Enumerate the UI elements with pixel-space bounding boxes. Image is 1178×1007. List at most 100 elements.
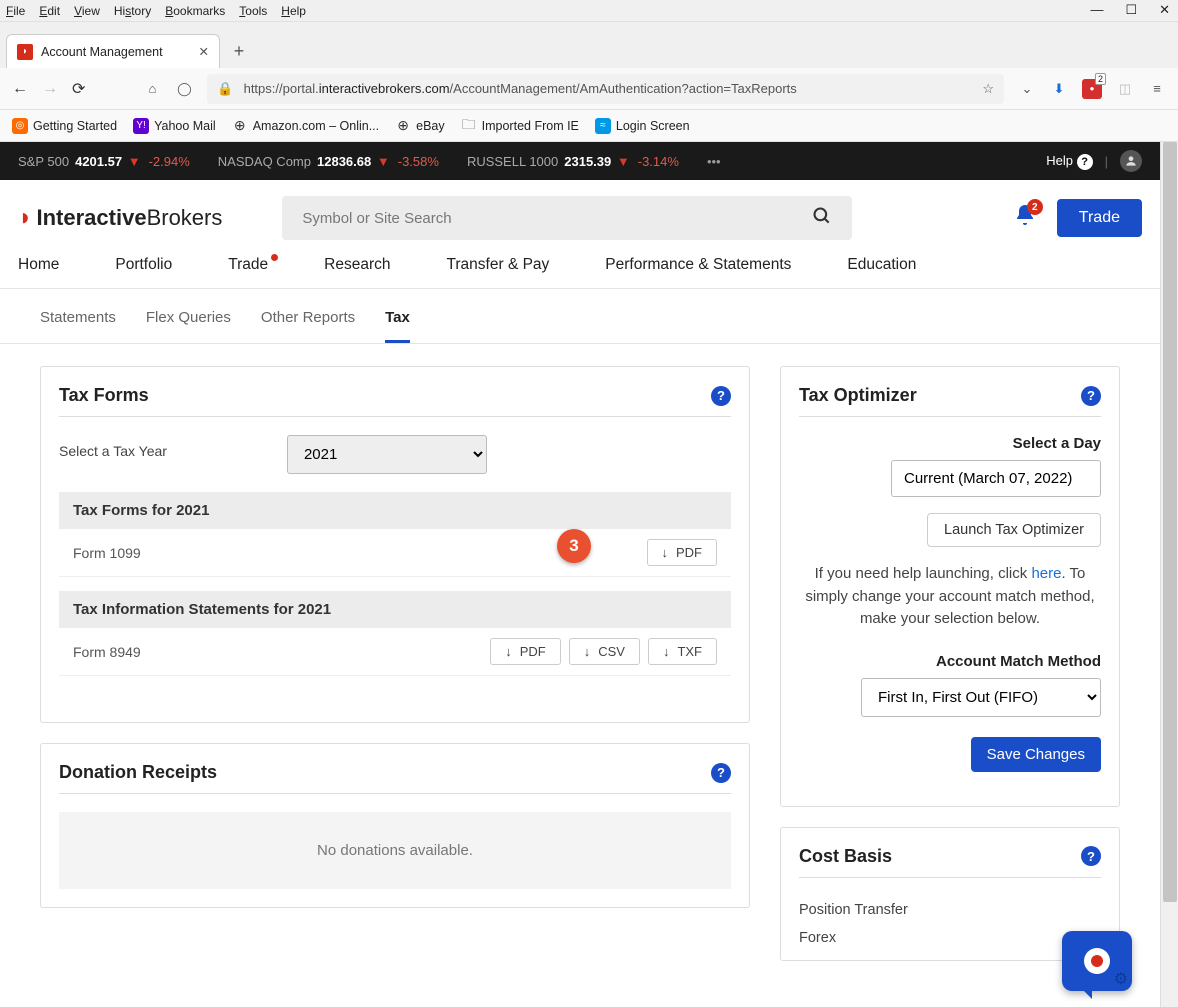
- section-tax-info: Tax Information Statements for 2021: [59, 591, 731, 628]
- optimizer-title: Tax Optimizer: [799, 385, 917, 406]
- tax-optimizer-card: Tax Optimizer ? Select a Day Launch Tax …: [780, 366, 1120, 807]
- menu-edit[interactable]: Edit: [39, 4, 60, 18]
- ticker-russell[interactable]: RUSSELL 10002315.39 ▼-3.14%: [467, 154, 679, 169]
- shield-icon[interactable]: ◯: [175, 81, 193, 97]
- tab-close-icon[interactable]: ✕: [199, 44, 209, 59]
- user-avatar-icon[interactable]: [1120, 150, 1142, 172]
- logo[interactable]: ◗ InteractiveBrokers: [18, 204, 222, 232]
- vertical-scrollbar[interactable]: [1160, 142, 1178, 1007]
- donation-receipts-card: Donation Receipts ? No donations availab…: [40, 743, 750, 908]
- download-icon: ↓: [663, 644, 670, 659]
- pocket-icon[interactable]: ⌄: [1018, 81, 1036, 97]
- new-tab-button[interactable]: +: [224, 36, 254, 66]
- search-icon[interactable]: [812, 206, 832, 231]
- nav-trade[interactable]: Trade: [228, 256, 268, 274]
- download-icon: ↓: [505, 644, 512, 659]
- trade-button[interactable]: Trade: [1057, 199, 1142, 237]
- tax-year-select[interactable]: 2021: [287, 435, 487, 474]
- tab-tax[interactable]: Tax: [385, 309, 410, 343]
- url-input[interactable]: 🔒 https://portal.interactivebrokers.com/…: [207, 74, 1004, 104]
- nav-reload-icon[interactable]: ⟳: [72, 79, 85, 99]
- extension-puzzle-icon[interactable]: ◫: [1116, 81, 1134, 97]
- bookmark-imported[interactable]: 🗀Imported From IE: [461, 118, 579, 134]
- scrollbar-thumb[interactable]: [1163, 142, 1177, 902]
- tax-forms-title: Tax Forms: [59, 385, 149, 406]
- download-icon[interactable]: ⬇: [1050, 81, 1068, 97]
- match-method-select[interactable]: First In, First Out (FIFO): [861, 678, 1101, 717]
- browser-addressbar: ← → ⟳ ⌂ ◯ 🔒 https://portal.interactivebr…: [0, 68, 1178, 110]
- match-label: Account Match Method: [799, 653, 1101, 670]
- bookmark-amazon[interactable]: ⊕Amazon.com – Onlin...: [232, 118, 379, 134]
- tab-favicon: ◗: [17, 44, 33, 60]
- home-icon[interactable]: ⌂: [143, 81, 161, 96]
- sub-tabs: Statements Flex Queries Other Reports Ta…: [0, 289, 1160, 344]
- chat-icon: [1084, 948, 1110, 974]
- nav-transfer-pay[interactable]: Transfer & Pay: [447, 256, 550, 274]
- browser-tab[interactable]: ◗ Account Management ✕: [6, 34, 220, 68]
- bookmark-getting-started[interactable]: ◎Getting Started: [12, 118, 117, 134]
- chat-widget-button[interactable]: ⚙: [1062, 931, 1132, 991]
- tab-other-reports[interactable]: Other Reports: [261, 309, 355, 343]
- lock-icon: 🔒: [217, 81, 233, 97]
- help-icon[interactable]: ?: [1081, 846, 1101, 866]
- window-close[interactable]: ✕: [1159, 2, 1170, 18]
- window-maximize[interactable]: ☐: [1125, 2, 1137, 18]
- tab-flex-queries[interactable]: Flex Queries: [146, 309, 231, 343]
- section-tax-forms: Tax Forms for 2021: [59, 492, 731, 529]
- form-8949-label: Form 8949: [73, 644, 141, 660]
- help-icon[interactable]: ?: [711, 763, 731, 783]
- nav-portfolio[interactable]: Portfolio: [115, 256, 172, 274]
- help-here-link[interactable]: here: [1031, 565, 1061, 582]
- menu-help[interactable]: Help: [281, 4, 306, 18]
- tab-statements[interactable]: Statements: [40, 309, 116, 343]
- bookmark-yahoo[interactable]: Y!Yahoo Mail: [133, 118, 216, 134]
- nav-education[interactable]: Education: [847, 256, 916, 274]
- ticker-nasdaq[interactable]: NASDAQ Comp12836.68 ▼-3.58%: [218, 154, 439, 169]
- menu-file[interactable]: File: [6, 4, 25, 18]
- download-8949-csv-button[interactable]: ↓CSV: [569, 638, 640, 665]
- form-1099-label: Form 1099: [73, 545, 141, 561]
- help-link[interactable]: Help ?: [1046, 153, 1092, 170]
- extension-icon[interactable]: ●2: [1082, 79, 1102, 99]
- gear-icon[interactable]: ⚙: [1114, 969, 1128, 989]
- download-icon: ↓: [584, 644, 591, 659]
- ticker-sp500[interactable]: S&P 5004201.57 ▼-2.94%: [18, 154, 190, 169]
- ticker-more-icon[interactable]: •••: [707, 154, 721, 169]
- help-icon[interactable]: ?: [711, 386, 731, 406]
- nav-home[interactable]: Home: [18, 256, 59, 274]
- help-icon[interactable]: ?: [1081, 386, 1101, 406]
- form-8949-row: Form 8949 ↓PDF ↓CSV ↓TXF: [59, 628, 731, 676]
- menu-tools[interactable]: Tools: [239, 4, 267, 18]
- nav-research[interactable]: Research: [324, 256, 390, 274]
- hamburger-icon[interactable]: ≡: [1148, 81, 1166, 96]
- menu-view[interactable]: View: [74, 4, 100, 18]
- logo-mark-icon: ◗: [18, 204, 33, 232]
- download-1099-pdf-button[interactable]: ↓PDF: [647, 539, 718, 566]
- download-8949-pdf-button[interactable]: ↓PDF: [490, 638, 561, 665]
- bookmark-star-icon[interactable]: ☆: [982, 81, 994, 97]
- cost-basis-forex[interactable]: Forex: [799, 924, 1101, 952]
- donations-title: Donation Receipts: [59, 762, 217, 783]
- cost-basis-position-transfer[interactable]: Position Transfer: [799, 896, 1101, 924]
- browser-menubar: File Edit View History Bookmarks Tools H…: [0, 0, 1178, 22]
- nav-performance[interactable]: Performance & Statements: [605, 256, 791, 274]
- year-label: Select a Tax Year: [59, 443, 167, 459]
- notifications-bell-icon[interactable]: 2: [1013, 203, 1037, 233]
- menu-history[interactable]: History: [114, 4, 151, 18]
- page-header: ◗ InteractiveBrokers Symbol or Site Sear…: [0, 180, 1160, 250]
- launch-optimizer-button[interactable]: Launch Tax Optimizer: [927, 513, 1101, 547]
- bookmark-login[interactable]: ≈Login Screen: [595, 118, 690, 134]
- tab-title: Account Management: [41, 45, 163, 59]
- search-input[interactable]: Symbol or Site Search: [282, 196, 852, 240]
- nav-forward-icon: →: [42, 80, 58, 98]
- nav-back-icon[interactable]: ←: [12, 80, 28, 98]
- download-8949-txf-button[interactable]: ↓TXF: [648, 638, 717, 665]
- menu-bookmarks[interactable]: Bookmarks: [165, 4, 225, 18]
- save-changes-button[interactable]: Save Changes: [971, 737, 1101, 772]
- bookmark-ebay[interactable]: ⊕eBay: [395, 118, 445, 134]
- main-nav: Home Portfolio Trade Research Transfer &…: [0, 250, 1160, 289]
- tax-forms-card: Tax Forms ? Select a Tax Year 2021 Tax F…: [40, 366, 750, 723]
- window-minimize[interactable]: —: [1090, 2, 1103, 18]
- day-input[interactable]: [891, 460, 1101, 497]
- step-badge-3: 3: [557, 529, 591, 563]
